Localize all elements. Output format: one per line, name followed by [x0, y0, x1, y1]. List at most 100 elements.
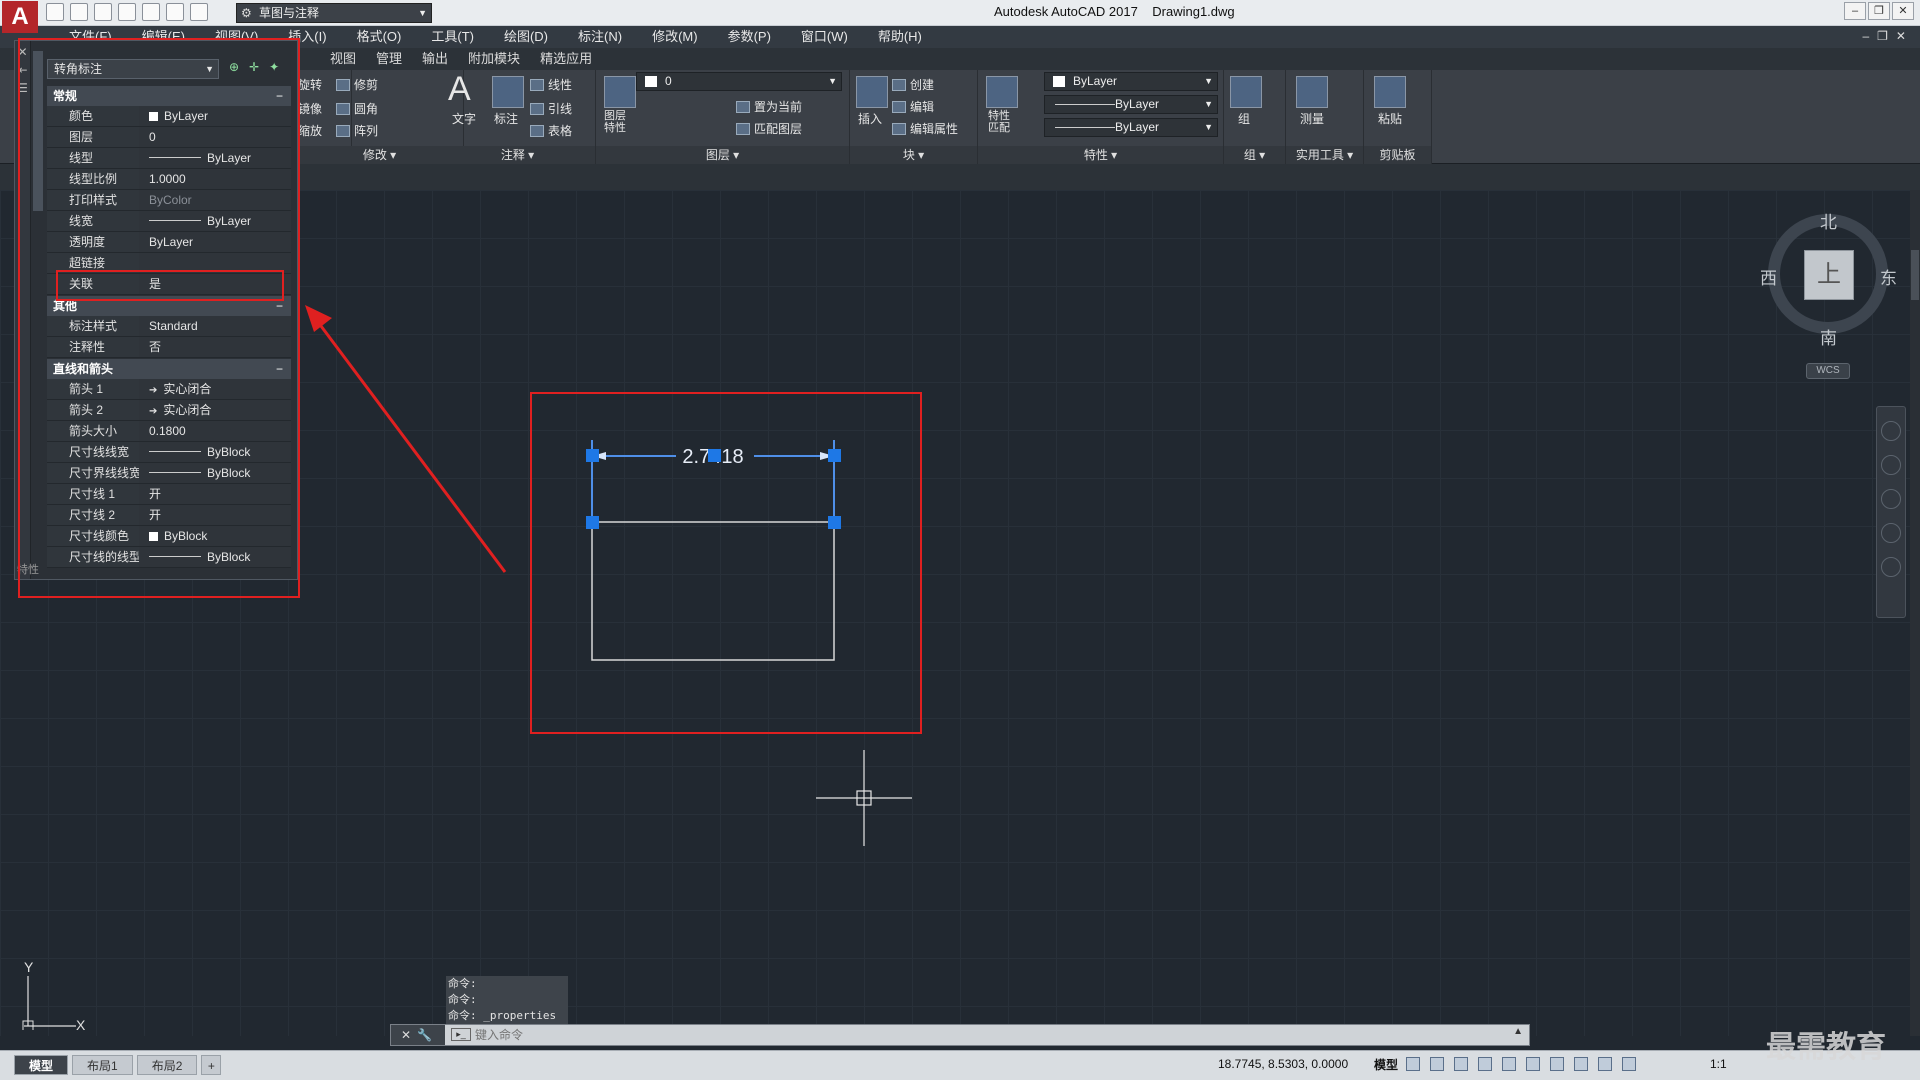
annotation-scale[interactable]: 1:1	[1710, 1057, 1727, 1071]
measure-button[interactable]: 测量	[1300, 110, 1324, 127]
tab-model[interactable]: 模型	[14, 1055, 69, 1075]
snap-icon[interactable]	[1430, 1057, 1444, 1071]
menu-dimension[interactable]: 标注(N)	[563, 26, 637, 48]
menu-modify[interactable]: 修改(M)	[637, 26, 713, 48]
table-button[interactable]: 表格	[530, 122, 572, 139]
grid-icon[interactable]	[1406, 1057, 1420, 1071]
tab-layout1[interactable]: 布局1	[72, 1055, 133, 1075]
tab-output[interactable]: 输出	[412, 48, 458, 70]
compass-north[interactable]: 北	[1820, 208, 1837, 233]
save-as-icon[interactable]	[118, 3, 136, 21]
scrollbar-thumb[interactable]	[1911, 250, 1919, 300]
group-button[interactable]: 组	[1238, 110, 1250, 127]
restore-button[interactable]: ❐	[1868, 2, 1890, 20]
leader-button[interactable]: 引线	[530, 100, 572, 117]
redo-icon[interactable]	[190, 3, 208, 21]
application-menu-button[interactable]: A	[2, 1, 38, 33]
command-input[interactable]	[447, 1025, 1507, 1045]
zoom-extents-icon[interactable]	[1881, 489, 1901, 509]
array-button[interactable]: 阵列	[336, 122, 378, 139]
add-layout-button[interactable]: +	[201, 1055, 222, 1075]
showmotion-icon[interactable]	[1881, 557, 1901, 577]
create-block-button[interactable]: 创建	[892, 76, 934, 93]
layer-properties-icon[interactable]	[604, 76, 636, 108]
menu-parametric[interactable]: 参数(P)	[713, 26, 786, 48]
new-file-icon[interactable]	[46, 3, 64, 21]
close-button[interactable]: ✕	[1892, 2, 1914, 20]
panel-title-block[interactable]: 块 ▾	[850, 146, 977, 164]
set-current-layer-button[interactable]: 置为当前	[736, 98, 802, 115]
linetype-dropdown[interactable]: ByLayer ▼	[1044, 95, 1218, 114]
command-history-expand-icon[interactable]: ▲	[1513, 1026, 1523, 1037]
panel-title-modify[interactable]: 修改 ▾	[296, 146, 463, 164]
dimension-button[interactable]: 标注	[494, 110, 518, 127]
viewcube-top-face[interactable]: 上	[1804, 250, 1854, 300]
pan-hand-icon[interactable]	[1881, 455, 1901, 475]
cursor-coordinates[interactable]: 18.7745, 8.5303, 0.0000	[1218, 1057, 1368, 1071]
paste-icon[interactable]	[1374, 76, 1406, 108]
insert-block-icon[interactable]	[856, 76, 888, 108]
print-icon[interactable]	[142, 3, 160, 21]
command-line-controls[interactable]: ✕🔧	[391, 1025, 445, 1045]
layer-dropdown[interactable]: 0 ▼	[636, 72, 842, 91]
menu-draw[interactable]: 绘图(D)	[489, 26, 563, 48]
tab-addins[interactable]: 附加模块	[458, 48, 530, 70]
lineweight-dropdown[interactable]: ByLayer ▼	[1044, 118, 1218, 137]
rotate-button[interactable]: 旋转	[298, 76, 322, 93]
minimize-button[interactable]: –	[1844, 2, 1866, 20]
tab-featured-apps[interactable]: 精选应用	[530, 48, 602, 70]
trim-button[interactable]: 修剪	[336, 76, 378, 93]
layer-properties-button[interactable]: 图层 特性	[604, 110, 626, 134]
menu-tools[interactable]: 工具(T)	[416, 26, 489, 48]
orbit-icon[interactable]	[1881, 523, 1901, 543]
panel-title-properties[interactable]: 特性 ▾	[978, 146, 1223, 164]
menu-window[interactable]: 窗口(W)	[786, 26, 863, 48]
annotation-scale-icon[interactable]	[1622, 1057, 1636, 1071]
color-dropdown[interactable]: ByLayer ▼	[1044, 72, 1218, 91]
panel-title-layers[interactable]: 图层 ▾	[596, 146, 849, 164]
compass-west[interactable]: 西	[1760, 264, 1777, 289]
isodraft-icon[interactable]	[1502, 1057, 1516, 1071]
mirror-button[interactable]: 镜像	[298, 100, 322, 117]
edit-attributes-button[interactable]: 编辑属性	[892, 120, 958, 137]
edit-block-button[interactable]: 编辑	[892, 98, 934, 115]
panel-title-utilities[interactable]: 实用工具 ▾	[1286, 146, 1363, 164]
text-button[interactable]: 文字	[452, 110, 476, 127]
wcs-menu[interactable]: WCS	[1806, 363, 1850, 379]
text-big-icon[interactable]: A	[448, 70, 471, 109]
compass-south[interactable]: 南	[1820, 324, 1837, 349]
viewcube[interactable]: 上 北 南 东 西	[1760, 213, 1897, 348]
tab-view[interactable]: 视图	[320, 48, 366, 70]
auto-scale-icon[interactable]	[1598, 1057, 1612, 1071]
tab-layout2[interactable]: 布局2	[136, 1055, 198, 1075]
match-properties-button[interactable]: 特性 匹配	[988, 110, 1010, 134]
save-icon[interactable]	[94, 3, 112, 21]
object-snap-tracking-icon[interactable]	[1526, 1057, 1540, 1071]
undo-icon[interactable]	[166, 3, 184, 21]
insert-button[interactable]: 插入	[858, 110, 882, 127]
object-snap-icon[interactable]	[1550, 1057, 1564, 1071]
dimension-icon[interactable]	[492, 76, 524, 108]
workspace-dropdown[interactable]: ⚙ 草图与注释 ▼	[236, 3, 432, 23]
vertical-scrollbar[interactable]	[1910, 190, 1920, 1036]
linear-button[interactable]: 线性	[530, 76, 572, 93]
tab-manage[interactable]: 管理	[366, 48, 412, 70]
model-space-button[interactable]: 模型	[1374, 1056, 1398, 1073]
document-window-controls[interactable]: –❐✕	[1863, 29, 1915, 43]
match-layer-button[interactable]: 匹配图层	[736, 120, 802, 137]
fillet-button[interactable]: 圆角	[336, 100, 378, 117]
scale-button[interactable]: 缩放	[298, 122, 322, 139]
ortho-icon[interactable]	[1454, 1057, 1468, 1071]
panel-title-groups[interactable]: 组 ▾	[1224, 146, 1285, 164]
annotation-visibility-icon[interactable]	[1574, 1057, 1588, 1071]
group-icon[interactable]	[1230, 76, 1262, 108]
menu-format[interactable]: 格式(O)	[342, 26, 417, 48]
polar-icon[interactable]	[1478, 1057, 1492, 1071]
measure-icon[interactable]	[1296, 76, 1328, 108]
compass-east[interactable]: 东	[1880, 264, 1897, 289]
menu-help[interactable]: 帮助(H)	[863, 26, 937, 48]
paste-button[interactable]: 粘贴	[1378, 110, 1402, 127]
open-file-icon[interactable]	[70, 3, 88, 21]
steering-wheel-icon[interactable]	[1881, 421, 1901, 441]
panel-title-annotation[interactable]: 注释 ▾	[440, 146, 595, 164]
